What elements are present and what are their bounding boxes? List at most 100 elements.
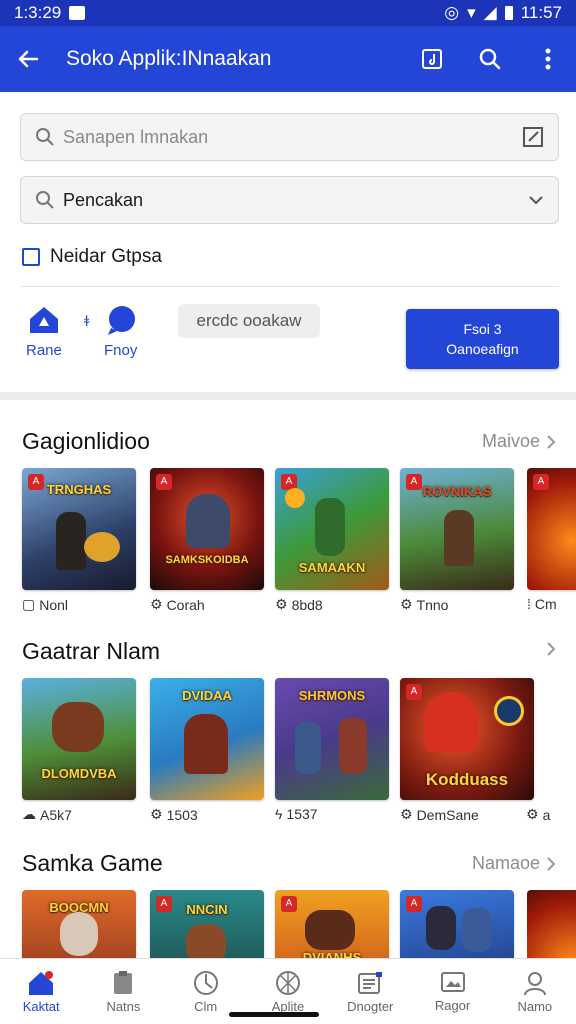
game-thumbnail[interactable]: A SAMAAKN	[275, 468, 389, 590]
badge-icon: A	[406, 684, 422, 700]
gear-icon: ⚙	[400, 806, 413, 822]
square-icon: ▢	[22, 596, 36, 612]
tile-label-text: 8bd8	[291, 596, 323, 613]
game-tile[interactable]: DVIDAA ⚙ 1503	[150, 678, 264, 823]
game-thumbnail[interactable]: A Kodduass	[400, 678, 534, 800]
game-tile[interactable]: BOOCMN	[22, 890, 136, 958]
nav-item-natns[interactable]: Natns	[82, 959, 164, 1024]
clipboard-icon	[114, 970, 133, 994]
badge-icon: A	[281, 896, 297, 912]
checkbox[interactable]	[22, 248, 40, 266]
game-art-title: DLOMDVBA	[41, 766, 117, 781]
game-section: Gagionlidioo Maivoe A TRNGHAS ▢ Nonl A S…	[0, 428, 576, 628]
game-tile[interactable]: A SAMKSKOIDBA ⚙ Corah	[150, 468, 264, 613]
game-tile[interactable]: ⚙ a	[526, 678, 576, 823]
nav-item-dnogter[interactable]: Dnogter	[329, 959, 411, 1024]
game-tile[interactable]: A TRNGHAS ▢ Nonl	[22, 468, 136, 613]
game-art-title: TRNGHAS	[46, 482, 112, 497]
game-thumbnail[interactable]: DVIDAA	[150, 678, 264, 800]
see-more-link[interactable]: Maivoe	[482, 431, 556, 452]
nav-item-namo[interactable]: Namo	[494, 959, 576, 1024]
edit-box-icon[interactable]	[522, 126, 544, 148]
nav-item-ragor[interactable]: Ragor	[411, 959, 493, 1024]
sync-icon: ◎	[444, 3, 460, 22]
quick-prefix: ꬸ	[84, 313, 90, 329]
tile-label-text: Cm	[534, 596, 557, 612]
game-thumbnail[interactable]: A	[527, 468, 576, 590]
divider	[20, 286, 559, 287]
tile-label: ⚙ Corah	[150, 596, 264, 613]
tile-label-text: a	[542, 806, 551, 823]
see-more-label: Namaoe	[471, 853, 540, 873]
person-icon	[523, 971, 546, 995]
game-art-title: SHRMONS	[298, 688, 366, 703]
filter-chip[interactable]: ercdc ooakaw	[178, 304, 320, 338]
game-thumbnail[interactable]: BOOCMN	[22, 890, 136, 958]
search-icon[interactable]	[476, 45, 504, 73]
compass-icon	[193, 970, 218, 995]
game-tile[interactable]: A SAMAAKN ⚙ 8bd8	[275, 468, 389, 613]
game-tile[interactable]	[527, 890, 576, 958]
tile-label-text: Nonl	[39, 596, 69, 613]
section-title: Samka Game	[22, 850, 163, 876]
game-thumbnail[interactable]: A NNCIN	[150, 890, 264, 958]
nav-label: Ragor	[434, 997, 471, 1013]
chevron-right-icon	[547, 856, 556, 871]
game-thumbnail[interactable]: A DVIANHS	[275, 890, 389, 958]
quick-action-chat[interactable]: Fnoy	[104, 304, 137, 359]
search-input[interactable]: Sanapen lmnakan	[20, 113, 559, 161]
game-tile[interactable]: A	[400, 890, 514, 958]
nav-item-home[interactable]: Kaktat	[0, 959, 82, 1024]
quick-action-label: Rane	[26, 342, 62, 359]
nav-label: Dnogter	[347, 998, 394, 1014]
home-indicator[interactable]	[229, 1012, 319, 1017]
nav-label: Kaktat	[22, 998, 60, 1014]
game-art-title: ROVNIKAS	[422, 484, 492, 499]
section-title: Gagionlidioo	[22, 428, 150, 454]
game-section: Gaatrar Nlam DLOMDVBA ☁ A5k7 DVIDAA ⚙ 15	[0, 638, 576, 838]
game-thumbnail[interactable]: A	[400, 890, 514, 958]
primary-button-line2: Oanoeafign	[446, 341, 519, 357]
game-tile[interactable]: A DVIANHS	[275, 890, 389, 958]
game-tile[interactable]: DLOMDVBA ☁ A5k7	[22, 678, 136, 823]
tile-label: ⚙ DemSane	[400, 806, 534, 823]
chevron-right-icon	[547, 434, 556, 449]
quick-action-label: Fnoy	[104, 342, 138, 359]
see-more-link[interactable]	[540, 641, 556, 657]
game-art-title: NNCIN	[186, 902, 228, 917]
game-tile[interactable]: A ROVNIKAS ⚙ Tnno	[400, 468, 514, 613]
section-title: Gaatrar Nlam	[22, 638, 161, 664]
home-icon	[29, 307, 58, 333]
game-thumbnail[interactable]: SHRMONS	[275, 678, 389, 800]
game-thumbnail[interactable]: DLOMDVBA	[22, 678, 136, 800]
game-tile[interactable]: A Kodduass ⚙ DemSane	[400, 678, 534, 823]
music-note-icon[interactable]	[418, 45, 446, 73]
game-tile[interactable]: SHRMONS ϟ 1537	[275, 678, 389, 822]
gear-icon: ⚙	[526, 806, 539, 822]
game-thumbnail[interactable]	[527, 890, 576, 958]
status-bar: 1:3:29 ◎ ▾ ◢ 11:57	[0, 0, 576, 26]
badge-icon: A	[156, 474, 172, 490]
game-tile[interactable]: A NNCIN	[150, 890, 264, 958]
news-icon	[358, 971, 383, 994]
more-vert-icon[interactable]	[534, 45, 562, 73]
category-dropdown[interactable]: Pencakan	[20, 176, 559, 224]
game-thumbnail[interactable]: A TRNGHAS	[22, 468, 136, 590]
badge-icon: A	[406, 896, 422, 912]
tile-label: ▢ Nonl	[22, 596, 136, 613]
primary-action-button[interactable]: Fsoi 3 Oanoeafign	[406, 309, 559, 369]
filter-checkbox-row[interactable]: Neidar Gtpsa	[22, 246, 162, 268]
app-bar: Soko Applik:INnaakan	[0, 26, 576, 92]
back-arrow-icon[interactable]	[14, 45, 42, 73]
tile-label: ⚙ Tnno	[400, 596, 514, 613]
tile-label: ⚙ a	[526, 806, 576, 823]
tile-label: ⚙ 1503	[150, 806, 264, 823]
game-thumbnail[interactable]: A ROVNIKAS	[400, 468, 514, 590]
game-tile[interactable]: A ⁞ Cm	[527, 468, 576, 612]
quick-action-home[interactable]: Rane	[26, 304, 62, 359]
tile-label-text: A5k7	[40, 806, 72, 823]
tile-label-text: 1503	[166, 806, 198, 823]
see-more-link[interactable]: Namaoe	[472, 853, 556, 874]
chevron-right-icon	[547, 642, 556, 656]
game-thumbnail[interactable]: A SAMKSKOIDBA	[150, 468, 264, 590]
